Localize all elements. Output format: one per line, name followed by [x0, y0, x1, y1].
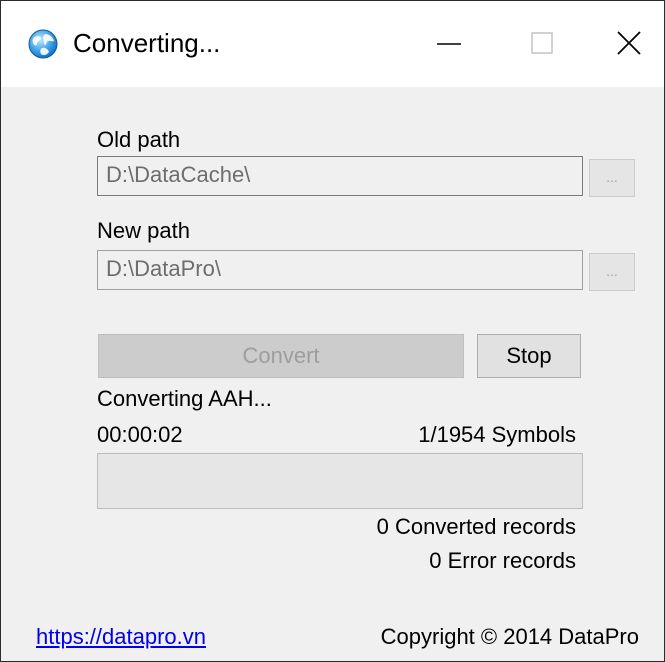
converting-dialog: Converting... Old path D:\DataCache\ ...… [0, 0, 665, 662]
elapsed-time: 00:00:02 [97, 422, 183, 447]
error-records: 0 Error records [429, 548, 576, 573]
minimize-icon [437, 43, 461, 45]
minimize-button[interactable] [424, 1, 514, 87]
convert-button[interactable]: Convert [98, 334, 464, 378]
close-icon [617, 31, 641, 55]
old-path-label: Old path [97, 127, 181, 152]
window-title: Converting... [73, 28, 221, 58]
old-path-browse-button[interactable]: ... [589, 159, 635, 197]
new-path-browse-button[interactable]: ... [589, 253, 635, 291]
symbols-count: 1/1954 Symbols [418, 422, 576, 447]
new-path-label: New path [97, 218, 190, 243]
globe-icon [28, 29, 58, 59]
status-text: Converting AAH... [97, 386, 272, 411]
copyright-text: Copyright © 2014 DataPro [380, 624, 639, 649]
website-link[interactable]: https://datapro.vn [36, 623, 206, 651]
close-button[interactable] [574, 1, 664, 87]
new-path-input[interactable]: D:\DataPro\ [97, 250, 583, 290]
old-path-input[interactable]: D:\DataCache\ [97, 156, 583, 196]
converted-records: 0 Converted records [376, 514, 576, 539]
progress-bar [97, 453, 583, 509]
stop-button[interactable]: Stop [477, 334, 581, 378]
title-bar[interactable]: Converting... [1, 1, 664, 87]
